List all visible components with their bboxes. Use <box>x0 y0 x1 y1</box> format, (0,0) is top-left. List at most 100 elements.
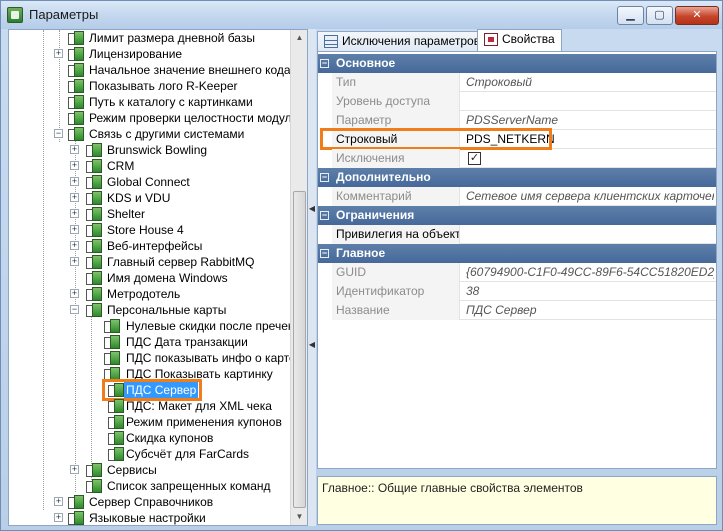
property-row[interactable]: Параметр PDSServerName <box>332 111 716 130</box>
parameter-icon <box>85 271 102 285</box>
property-row[interactable]: Привилегия на объект <box>332 225 716 244</box>
collapse-icon[interactable]: − <box>320 211 329 220</box>
tree-item-label: Список запрещенных команд <box>107 479 271 493</box>
property-name: GUID <box>332 263 460 282</box>
expand-icon[interactable]: + <box>54 497 63 506</box>
tree-item-label: Режим применения купонов <box>126 415 282 429</box>
parameter-icon <box>67 63 84 77</box>
folder-icon <box>85 463 102 477</box>
property-value[interactable]: Сетевое имя сервера клиентских карточек <box>464 187 714 206</box>
tree-item-label: Главный сервер RabbitMQ <box>107 255 255 269</box>
property-value[interactable]: 38 <box>464 282 714 301</box>
collapse-icon[interactable]: − <box>54 129 63 138</box>
property-value[interactable]: ✓ <box>464 149 714 168</box>
category-label: Основное <box>336 56 396 70</box>
property-name: Параметр <box>332 111 460 130</box>
category-header-additional[interactable]: − Дополнительно <box>318 168 716 187</box>
tree-item-label: ПДС: Макет для XML чека <box>126 399 272 413</box>
property-row[interactable]: Идентификатор 38 <box>332 282 716 301</box>
property-value[interactable]: ПДС Сервер <box>464 301 714 320</box>
tree-item-label: Веб-интерфейсы <box>107 239 203 253</box>
tree-item-label: Global Connect <box>107 175 190 189</box>
maximize-button[interactable]: ▢ <box>646 6 673 25</box>
property-row[interactable]: GUID {60794900-C1F0-49CC-89F6-54CC51820E… <box>332 263 716 282</box>
tree-item-label: Метродотель <box>107 287 181 301</box>
expand-icon[interactable]: + <box>54 49 63 58</box>
expand-icon[interactable]: + <box>70 177 79 186</box>
parameter-icon <box>85 479 102 493</box>
close-button[interactable]: ✕ <box>675 6 719 25</box>
property-row[interactable]: Исключения ✓ <box>332 149 716 168</box>
property-value[interactable]: Строковый <box>464 73 714 92</box>
parameter-icon <box>107 383 124 397</box>
folder-icon <box>85 159 102 173</box>
category-header-general[interactable]: − Главное <box>318 244 716 263</box>
category-header-main[interactable]: − Основное <box>318 54 716 73</box>
parameter-icon <box>107 399 124 413</box>
exceptions-checkbox[interactable]: ✓ <box>468 152 481 165</box>
minimize-button[interactable]: ▁ <box>617 6 644 25</box>
collapse-left-arrow-icon[interactable]: ◀ <box>308 203 316 215</box>
property-row[interactable]: Название ПДС Сервер <box>332 301 716 320</box>
expand-icon[interactable]: + <box>54 513 63 522</box>
grid-icon <box>324 35 338 48</box>
tree-item-label: Режим проверки целостности модулей <box>89 111 305 125</box>
tree-item-label: KDS и VDU <box>107 191 171 205</box>
expand-icon[interactable]: + <box>70 465 79 474</box>
title-bar[interactable]: Параметры ▁ ▢ ✕ <box>1 1 722 29</box>
string-value-field[interactable]: PDS_NETKERN <box>464 130 714 149</box>
parameter-icon <box>67 111 84 125</box>
tree-item-label: Brunswick Bowling <box>107 143 208 157</box>
expand-icon[interactable]: + <box>70 289 79 298</box>
property-row[interactable]: Комментарий Сетевое имя сервера клиентск… <box>332 187 716 206</box>
tree-item-label: Лицензирование <box>89 47 183 61</box>
property-name: Название <box>332 301 460 320</box>
expand-icon[interactable]: + <box>70 257 79 266</box>
collapse-icon[interactable]: − <box>320 173 329 182</box>
expand-icon[interactable]: + <box>70 145 79 154</box>
scrollbar-thumb[interactable] <box>293 191 306 508</box>
parameter-icon <box>103 335 120 349</box>
property-row[interactable]: Тип Строковый <box>332 73 716 92</box>
tree-item-label: ПДС показывать инфо о карте <box>126 351 296 365</box>
property-value[interactable]: PDSServerName <box>464 111 714 130</box>
scroll-down-arrow-icon[interactable]: ▼ <box>292 509 307 525</box>
parameter-icon <box>67 31 84 45</box>
expand-icon[interactable]: + <box>70 161 79 170</box>
collapse-icon[interactable]: − <box>70 305 79 314</box>
expand-icon[interactable]: + <box>70 225 79 234</box>
collapse-icon[interactable]: − <box>320 249 329 258</box>
property-row[interactable]: Уровень доступа <box>332 92 716 111</box>
properties-icon <box>484 33 498 46</box>
tree-connector <box>59 30 60 142</box>
tab-properties[interactable]: Свойства <box>477 29 562 51</box>
property-value[interactable] <box>464 92 714 111</box>
property-value[interactable] <box>464 225 714 244</box>
app-icon <box>7 7 23 23</box>
collapse-left-arrow-icon[interactable]: ◀ <box>308 339 316 351</box>
category-header-restrictions[interactable]: − Ограничения <box>318 206 716 225</box>
expand-icon[interactable]: + <box>70 193 79 202</box>
tree-vertical-scrollbar[interactable]: ▲ ▼ <box>290 30 307 525</box>
property-value[interactable]: {60794900-C1F0-49CC-89F6-54CC51820ED2} <box>464 263 714 282</box>
property-name: Уровень доступа <box>332 92 460 111</box>
tree-item-label: ПДС Показывать картинку <box>126 367 273 381</box>
collapse-icon[interactable]: − <box>320 59 329 68</box>
parameter-icon <box>103 367 120 381</box>
expand-icon[interactable]: + <box>70 241 79 250</box>
tree-item-label: ПДС Дата транзакции <box>126 335 248 349</box>
parameter-icon <box>107 447 124 461</box>
tab-parameter-exceptions[interactable]: Исключения параметров <box>317 31 488 51</box>
tree-item-label: Связь с другими системами <box>89 127 245 141</box>
expand-icon[interactable]: + <box>70 209 79 218</box>
property-grid[interactable]: − Основное Тип Строковый Уровень доступа… <box>317 51 717 469</box>
pane-splitter[interactable]: ◀ ◀ <box>308 29 316 526</box>
folder-icon <box>85 287 102 301</box>
property-name: Исключения <box>332 149 460 168</box>
folder-icon <box>67 495 84 509</box>
scroll-up-arrow-icon[interactable]: ▲ <box>292 30 307 46</box>
property-row-string-value[interactable]: Строковый PDS_NETKERN <box>332 130 716 149</box>
tree-item-label: Субсчёт для FarCards <box>126 447 250 461</box>
parameters-tree[interactable]: Лимит размера дневной базы + Лицензирова… <box>8 29 308 526</box>
tree-item-label: Store House 4 <box>107 223 184 237</box>
